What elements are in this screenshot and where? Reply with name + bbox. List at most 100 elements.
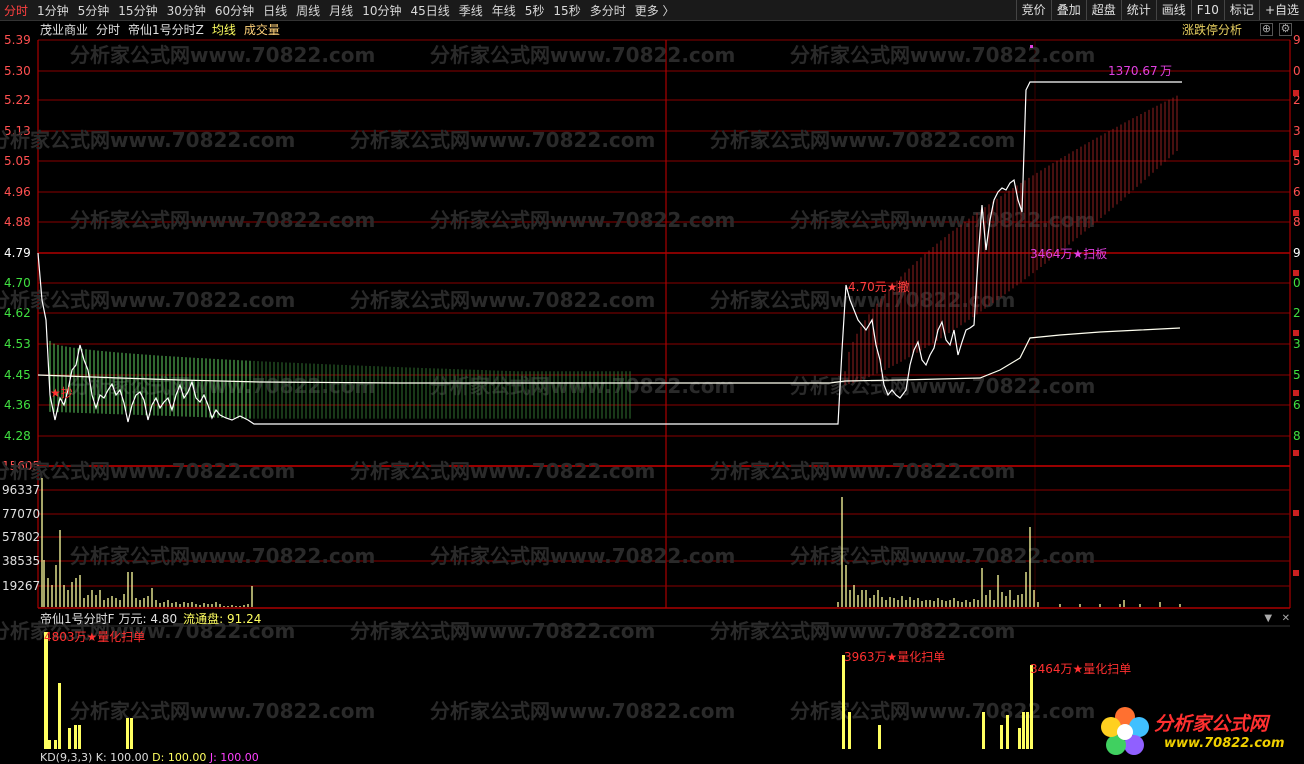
watermark-text: 分析家公式网www.70822.com	[790, 43, 1095, 67]
signal-bar	[48, 740, 51, 749]
signal-bar	[126, 718, 129, 749]
right-edge-marker	[1293, 450, 1299, 456]
dropdown-icon[interactable]: ▼	[1264, 613, 1272, 624]
watermark-text: 分析家公式网www.70822.com	[70, 43, 375, 67]
watermark-text: 分析家公式网www.70822.com	[0, 288, 295, 312]
watermark-text: 分析家公式网www.70822.com	[0, 128, 295, 152]
right-edge-marker	[1293, 270, 1299, 276]
volume-axis-label: 77070	[2, 507, 40, 521]
kd-k: K: 100.00	[95, 751, 149, 764]
intraday-chart[interactable]: 5.39 95.30 05.22 25.13 35.05 54.96 64.88 84.79 9…	[0, 0, 1304, 763]
right-edge-marker	[1293, 330, 1299, 336]
right-axis-label: 0	[1293, 64, 1301, 78]
early-signal-label: ★抄	[50, 386, 73, 400]
watermark-text: 分析家公式网www.70822.com	[430, 699, 735, 723]
top-amount-label: 1370.67	[1108, 64, 1158, 78]
signal-bar	[1026, 712, 1029, 749]
watermark-text: 分析家公式网www.70822.com	[790, 699, 1095, 723]
watermark-text: 分析家公式网www.70822.com	[790, 374, 1095, 398]
close-icon[interactable]: ✕	[1282, 613, 1290, 624]
right-axis-label: 3	[1293, 337, 1301, 351]
right-edge-marker	[1293, 150, 1299, 156]
sub-signal-label-3: 3464万★量化扫单	[1030, 662, 1131, 676]
sub-indicator-name[interactable]: 帝仙1号分时F	[40, 610, 115, 627]
price-axis-label: 4.79	[4, 246, 31, 260]
watermark-text: 分析家公式网www.70822.com	[350, 288, 655, 312]
watermark-text: 分析家公式网www.70822.com	[70, 699, 375, 723]
limit-up-label: 3464万★扫板	[1030, 247, 1107, 261]
price-axis-label: 4.45	[4, 368, 31, 382]
watermark-text: 分析家公式网www.70822.com	[350, 459, 655, 483]
right-axis-label: 8	[1293, 215, 1301, 229]
signal-bar	[982, 712, 985, 749]
signal-bar	[1000, 725, 1003, 749]
watermark-text: 分析家公式网www.70822.com	[430, 544, 735, 568]
volume-axis-label: 19267	[2, 579, 40, 593]
brand-name: 分析家公式网	[1154, 713, 1269, 735]
kd-d: D: 100.00	[152, 751, 207, 764]
volume-axis-label: 38535	[2, 554, 40, 568]
watermark-text: 分析家公式网www.70822.com	[710, 128, 1015, 152]
signal-bar	[1022, 712, 1025, 749]
price-axis-label: 5.30	[4, 64, 31, 78]
signal-bar	[68, 728, 71, 749]
watermark-text: 分析家公式网www.70822.com	[430, 43, 735, 67]
kd-readout: KD(9,3,3) K: 100.00 D: 100.00 J: 100.00	[40, 751, 259, 764]
right-edge-marker	[1293, 210, 1299, 216]
signal-bar	[58, 683, 61, 749]
right-axis-label: 8	[1293, 429, 1301, 443]
right-axis-label: 9	[1293, 246, 1301, 260]
price-axis-label: 4.96	[4, 185, 31, 199]
watermark-text: 分析家公式网www.70822.com	[70, 544, 375, 568]
flower-logo-icon	[1101, 707, 1149, 755]
signal-bar	[878, 725, 881, 749]
right-axis-label: 5	[1293, 154, 1301, 168]
signal-bar	[842, 655, 845, 749]
watermark-text: 分析家公式网www.70822.com	[710, 459, 1015, 483]
watermark-text: 分析家公式网www.70822.com	[350, 128, 655, 152]
right-axis-label: 0	[1293, 276, 1301, 290]
signal-bar	[1030, 665, 1033, 749]
price-axis-label: 4.36	[4, 398, 31, 412]
signal-bar	[54, 740, 57, 749]
right-axis-label: 3	[1293, 124, 1301, 138]
right-axis-label: 5	[1293, 368, 1301, 382]
signal-bar	[44, 632, 48, 749]
watermark-text: 分析家公式网www.70822.com	[70, 208, 375, 232]
right-edge-marker	[1293, 570, 1299, 576]
right-axis-label: 6	[1293, 398, 1301, 412]
price-axis-label: 5.22	[4, 93, 31, 107]
watermark-text: 分析家公式网www.70822.com	[430, 374, 735, 398]
watermark-text: 分析家公式网www.70822.com	[0, 459, 295, 483]
right-axis-label: 6	[1293, 185, 1301, 199]
signal-bar	[1018, 728, 1021, 749]
watermark-text: 分析家公式网www.70822.com	[350, 619, 655, 643]
sub-signal-label-2: 3963万★量化扫单	[844, 650, 945, 664]
watermark-text: 分析家公式网www.70822.com	[790, 544, 1095, 568]
brand-url: www.70822.com	[1164, 736, 1285, 751]
signal-bar	[1006, 715, 1009, 749]
price-axis-label: 4.53	[4, 337, 31, 351]
right-edge-marker	[1293, 510, 1299, 516]
volume-axis-label: 57802	[2, 530, 40, 544]
sub-wan-value: 万元: 4.80	[118, 611, 178, 626]
volume-axis-label: 96337	[2, 483, 40, 497]
top-unit-label: 万	[1160, 64, 1172, 78]
price-axis-label: 4.88	[4, 215, 31, 229]
float-shares: 流通盘: 91.24	[183, 611, 262, 626]
price-axis-label: 4.28	[4, 429, 31, 443]
sub-signal-label-1: 4803万★量化扫单	[44, 630, 145, 644]
price-axis-label: 5.39	[4, 33, 31, 47]
signal-bar	[74, 725, 77, 749]
right-axis-label: 2	[1293, 306, 1301, 320]
brand-logo: 分析家公式网 www.70822.com	[1096, 703, 1296, 761]
watermark-text: 分析家公式网www.70822.com	[790, 208, 1095, 232]
kd-label: KD(9,3,3)	[40, 751, 93, 764]
signal-bar	[848, 712, 851, 749]
sub-panel-header: 帝仙1号分时F 万元: 4.80 流通盘: 91.24	[40, 610, 265, 626]
watermark-text: 分析家公式网www.70822.com	[710, 619, 1015, 643]
signal-bar	[78, 725, 81, 749]
right-edge-marker	[1293, 390, 1299, 396]
pullback-label: 4.70元★撤	[848, 279, 909, 294]
sub-panel-controls: ▼ ✕	[1264, 613, 1290, 624]
